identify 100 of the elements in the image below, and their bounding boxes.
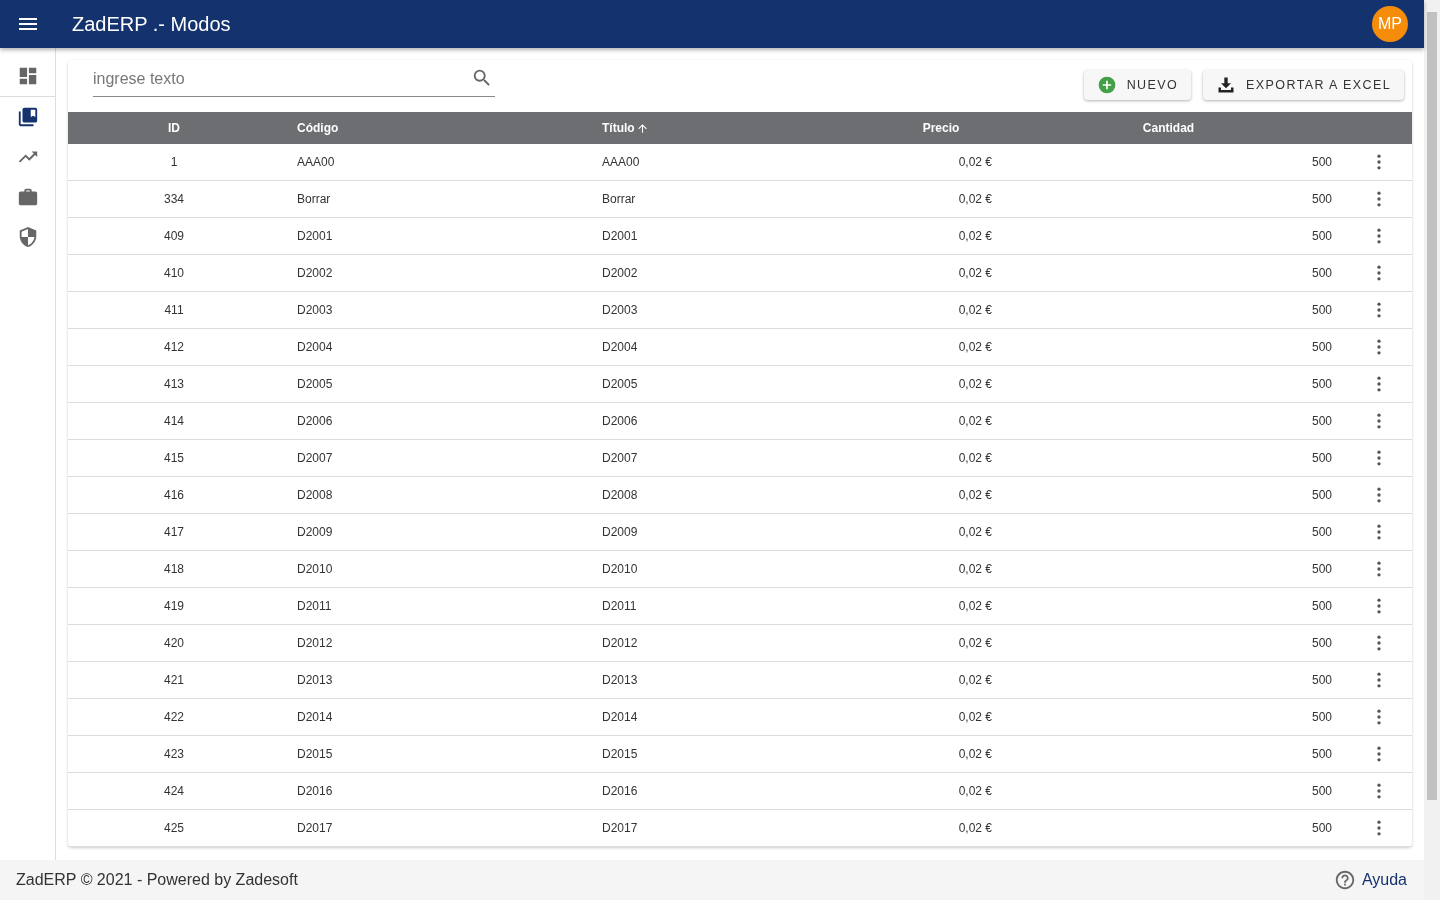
help-link[interactable]: Ayuda	[1333, 869, 1407, 891]
table-cell: 422	[68, 699, 280, 736]
table-cell: 500	[1005, 810, 1345, 847]
table-cell: 409	[68, 218, 280, 255]
table-cell: D2010	[585, 551, 890, 588]
table-cell: D2015	[585, 736, 890, 773]
table-cell: 0,02 €	[890, 514, 1005, 551]
table-cell: D2001	[280, 218, 585, 255]
table-cell: 0,02 €	[890, 699, 1005, 736]
table-cell: 416	[68, 477, 280, 514]
table-cell: D2014	[585, 699, 890, 736]
table-cell: D2005	[280, 366, 585, 403]
table-cell: D2006	[280, 403, 585, 440]
table-cell: 0,02 €	[890, 181, 1005, 218]
table-cell: D2007	[585, 440, 890, 477]
table-cell: 0,02 €	[890, 366, 1005, 403]
table-cell: 0,02 €	[890, 440, 1005, 477]
table-cell: D2003	[280, 292, 585, 329]
column-header[interactable]: Título	[585, 112, 890, 144]
table-cell: D2001	[585, 218, 890, 255]
table-cell: 0,02 €	[890, 551, 1005, 588]
footer-text: ZadERP © 2021 - Powered by Zadesoft	[16, 871, 298, 889]
table-cell: 0,02 €	[890, 255, 1005, 292]
table-cell: D2010	[280, 551, 585, 588]
table-cell: D2016	[280, 773, 585, 810]
download-icon	[1216, 75, 1237, 95]
table-cell: D2002	[280, 255, 585, 292]
table-cell: 500	[1005, 440, 1345, 477]
help-icon	[1333, 869, 1356, 891]
table-cell: 500	[1005, 662, 1345, 699]
table-cell: 500	[1005, 255, 1345, 292]
table-cell: 500	[1005, 292, 1345, 329]
table-cell: D2013	[585, 662, 890, 699]
table-cell: 500	[1005, 403, 1345, 440]
table-cell: D2015	[280, 736, 585, 773]
table-cell: D2005	[585, 366, 890, 403]
table-cell: Borrar	[280, 181, 585, 218]
bookmark-stack-icon[interactable]	[16, 106, 39, 128]
table-cell: D2002	[585, 255, 890, 292]
table-cell: D2009	[280, 514, 585, 551]
table-cell: 500	[1005, 736, 1345, 773]
search-field[interactable]: ingrese texto	[93, 61, 495, 97]
table-cell: 410	[68, 255, 280, 292]
table-cell: 421	[68, 662, 280, 699]
table-cell: 424	[68, 773, 280, 810]
table-cell: 500	[1005, 366, 1345, 403]
table-cell: 414	[68, 403, 280, 440]
table-cell: 413	[68, 366, 280, 403]
table-cell: D2004	[585, 329, 890, 366]
table-cell: 412	[68, 329, 280, 366]
table-cell: D2017	[280, 810, 585, 847]
table-cell: 417	[68, 514, 280, 551]
table-cell: 500	[1005, 551, 1345, 588]
table-cell: D2012	[280, 625, 585, 662]
table-cell: 0,02 €	[890, 329, 1005, 366]
table-cell: 0,02 €	[890, 736, 1005, 773]
table-cell: 500	[1005, 477, 1345, 514]
table-cell: D2013	[280, 662, 585, 699]
table-cell: 0,02 €	[890, 144, 1005, 181]
scrollbar[interactable]	[1424, 0, 1440, 900]
table-cell: 0,02 €	[890, 403, 1005, 440]
table-cell: AAA00	[585, 144, 890, 181]
table-cell: 500	[1005, 773, 1345, 810]
header-cell	[1345, 112, 1412, 144]
column-header[interactable]: ID	[68, 112, 280, 144]
table-cell: AAA00	[280, 144, 585, 181]
new-button[interactable]: NUEVO	[1083, 70, 1192, 100]
briefcase-icon[interactable]	[16, 186, 39, 208]
table-cell: 1	[68, 144, 280, 181]
plus-circle-icon	[1096, 75, 1117, 95]
table-cell: D2009	[585, 514, 890, 551]
table-cell: 500	[1005, 625, 1345, 662]
search-icon[interactable]	[471, 67, 493, 89]
table-cell: 420	[68, 625, 280, 662]
column-header[interactable]: Código	[280, 112, 585, 144]
table-cell: 415	[68, 440, 280, 477]
table-cell: 0,02 €	[890, 292, 1005, 329]
export-button[interactable]: EXPORTAR A EXCEL	[1203, 70, 1404, 100]
table-cell: D2008	[280, 477, 585, 514]
table-cell: 500	[1005, 699, 1345, 736]
table-cell: 500	[1005, 514, 1345, 551]
table-cell: D2017	[585, 810, 890, 847]
table-cell: 418	[68, 551, 280, 588]
table-cell: D2004	[280, 329, 585, 366]
table-cell: 0,02 €	[890, 218, 1005, 255]
table-cell: D2011	[280, 588, 585, 625]
table-cell: D2014	[280, 699, 585, 736]
table-cell: 411	[68, 292, 280, 329]
table-cell: 419	[68, 588, 280, 625]
table-cell: 0,02 €	[890, 477, 1005, 514]
table-cell: Borrar	[585, 181, 890, 218]
column-header[interactable]: Cantidad	[1005, 112, 1345, 144]
table-cell: 500	[1005, 588, 1345, 625]
table-cell: D2007	[280, 440, 585, 477]
column-header[interactable]: Precio	[890, 112, 1005, 144]
table-cell: 0,02 €	[890, 625, 1005, 662]
app-title: ZadERP .- Modos	[72, 12, 232, 36]
table-cell: D2012	[585, 625, 890, 662]
table-cell: 334	[68, 181, 280, 218]
table-cell: 0,02 €	[890, 773, 1005, 810]
